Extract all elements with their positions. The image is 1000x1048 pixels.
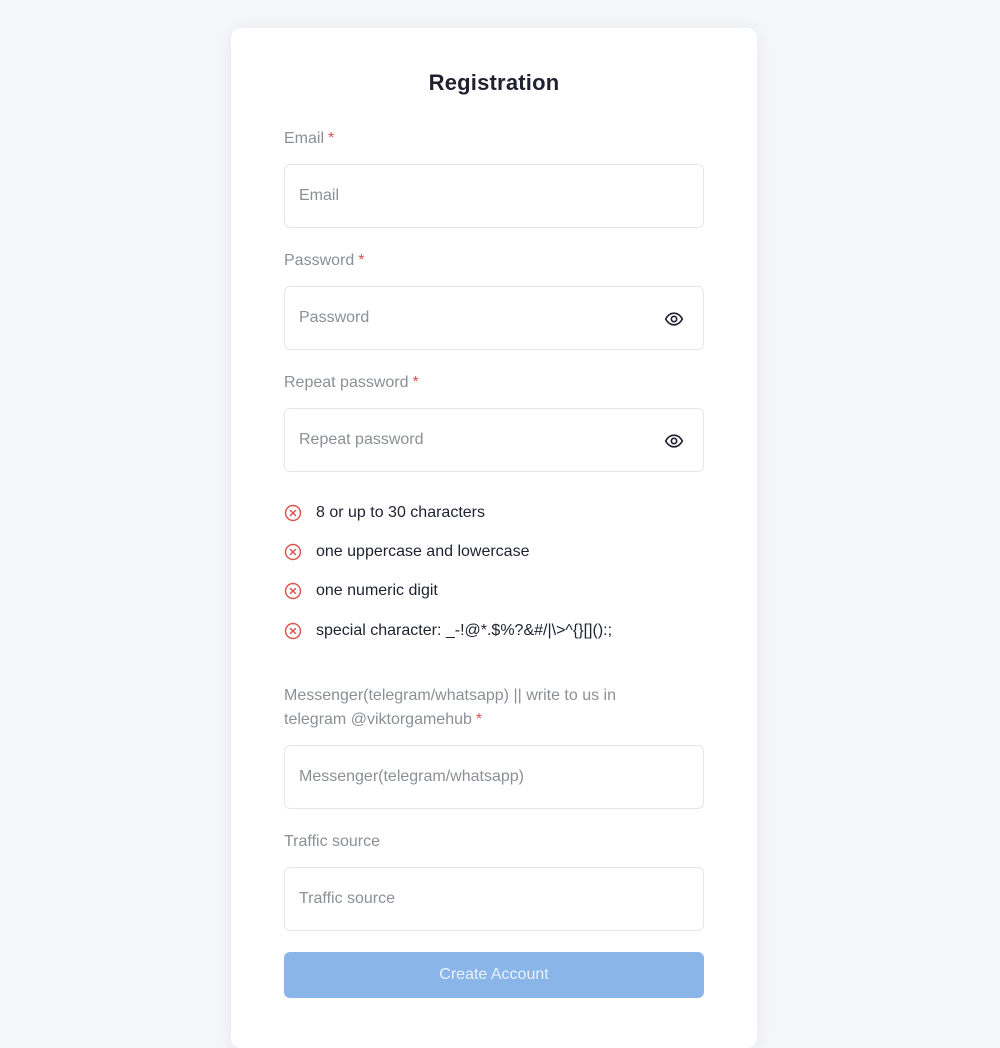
required-mark: *	[358, 252, 365, 269]
eye-icon[interactable]	[663, 309, 685, 329]
required-mark: *	[475, 711, 483, 728]
password-input[interactable]	[285, 287, 703, 349]
repeat-password-field-container	[284, 408, 704, 472]
repeat-password-label-text: Repeat password	[284, 374, 409, 391]
messenger-label: Messenger(telegram/whatsapp) || write to…	[284, 684, 616, 732]
password-label-text: Password	[284, 252, 355, 269]
eye-icon[interactable]	[663, 431, 685, 451]
x-circle-icon	[284, 504, 302, 522]
required-mark: *	[412, 374, 419, 391]
password-rule-text: one uppercase and lowercase	[316, 543, 530, 560]
required-mark: *	[328, 130, 335, 147]
email-label-text: Email	[284, 130, 325, 147]
x-circle-icon	[284, 622, 302, 640]
password-rule: one numeric digit	[284, 580, 438, 602]
messenger-label-line2-text: telegram @viktorgamehub	[284, 711, 472, 728]
email-input[interactable]	[285, 165, 703, 227]
password-rule-text: 8 or up to 30 characters	[316, 504, 485, 521]
messenger-input[interactable]	[285, 746, 703, 808]
messenger-field-container	[284, 745, 704, 809]
x-circle-icon	[284, 543, 302, 561]
password-rule-text: special character: _-!@*.$%?&#/|\>^{}[](…	[316, 622, 613, 639]
page-title: Registration	[428, 70, 560, 95]
repeat-password-label: Repeat password *	[284, 371, 419, 395]
messenger-label-line1: Messenger(telegram/whatsapp) || write to…	[284, 687, 617, 704]
password-rule: 8 or up to 30 characters	[284, 502, 485, 524]
traffic-source-input[interactable]	[285, 868, 703, 930]
messenger-label-line2: telegram @viktorgamehub *	[284, 708, 616, 732]
email-label: Email *	[284, 127, 334, 151]
traffic-source-field-container	[284, 867, 704, 931]
password-rule: special character: _-!@*.$%?&#/|\>^{}[](…	[284, 620, 612, 642]
repeat-password-input[interactable]	[285, 409, 703, 471]
x-circle-icon	[284, 582, 302, 600]
create-account-button[interactable]: Create Account	[284, 952, 704, 998]
password-field-container	[284, 286, 704, 350]
password-rule-text: one numeric digit	[316, 582, 438, 599]
password-rule: one uppercase and lowercase	[284, 541, 529, 563]
email-field-container	[284, 164, 704, 228]
password-label: Password *	[284, 249, 364, 273]
traffic-source-label: Traffic source	[284, 833, 381, 850]
